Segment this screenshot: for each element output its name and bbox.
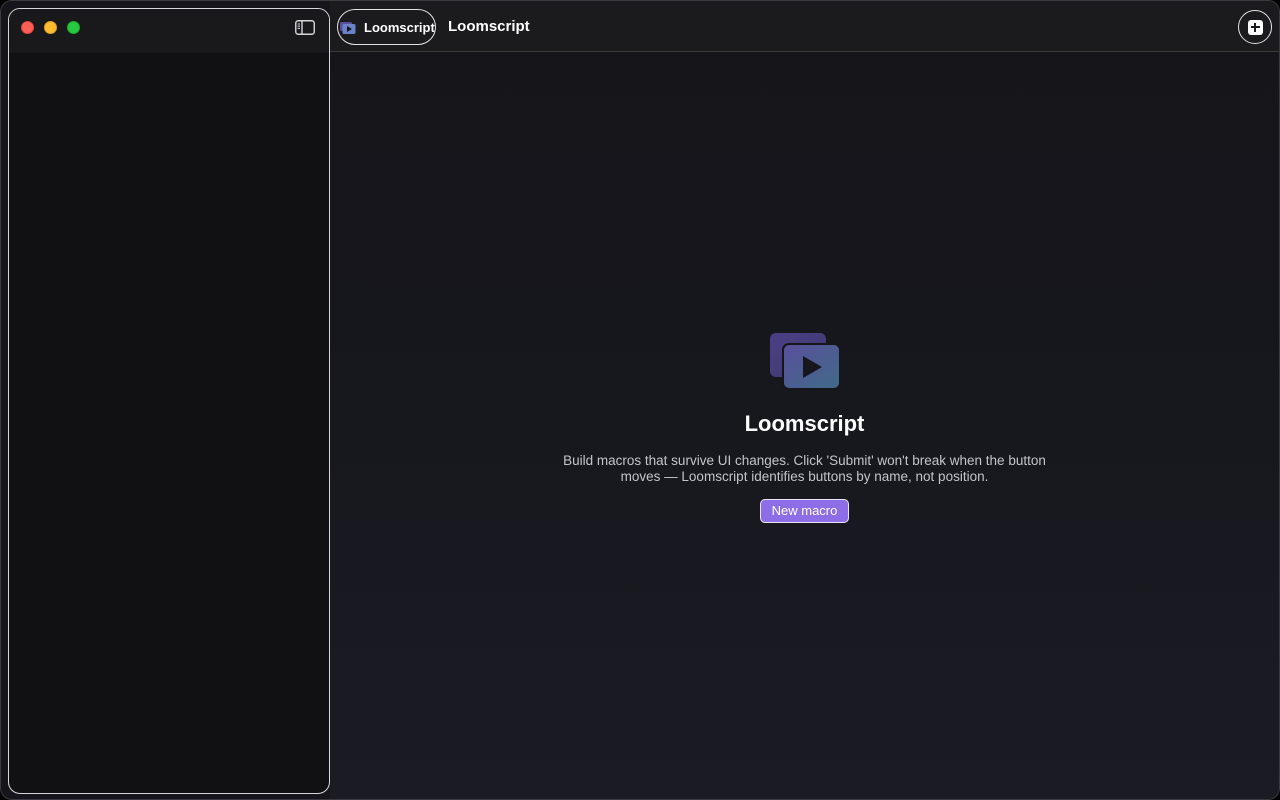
close-window-button[interactable] [21,21,34,34]
play-stack-icon [340,21,356,34]
sidebar-toggle-icon[interactable] [295,20,315,35]
empty-state-description: Build macros that survive UI changes. Cl… [563,453,1046,484]
plus-square-icon [1247,19,1263,35]
app-switcher-label: Loomscript [364,19,435,35]
main-content: Loomscript Loomscript Loomscript Build m… [330,1,1279,799]
empty-state-title: Loomscript [744,411,865,436]
app-switcher-pill[interactable]: Loomscript [337,9,436,45]
minimize-window-button[interactable] [44,21,57,34]
empty-state: Loomscript Build macros that survive UI … [330,333,1279,523]
add-macro-button[interactable] [1238,10,1272,44]
new-macro-button[interactable]: New macro [759,499,850,523]
zoom-window-button[interactable] [67,21,80,34]
toolbar: Loomscript Loomscript [330,1,1279,52]
page-title: Loomscript [448,18,530,35]
sidebar-header [9,9,329,53]
sidebar [8,8,330,794]
play-stack-icon [769,333,841,391]
app-window: Loomscript Loomscript Loomscript Build m… [0,0,1280,800]
